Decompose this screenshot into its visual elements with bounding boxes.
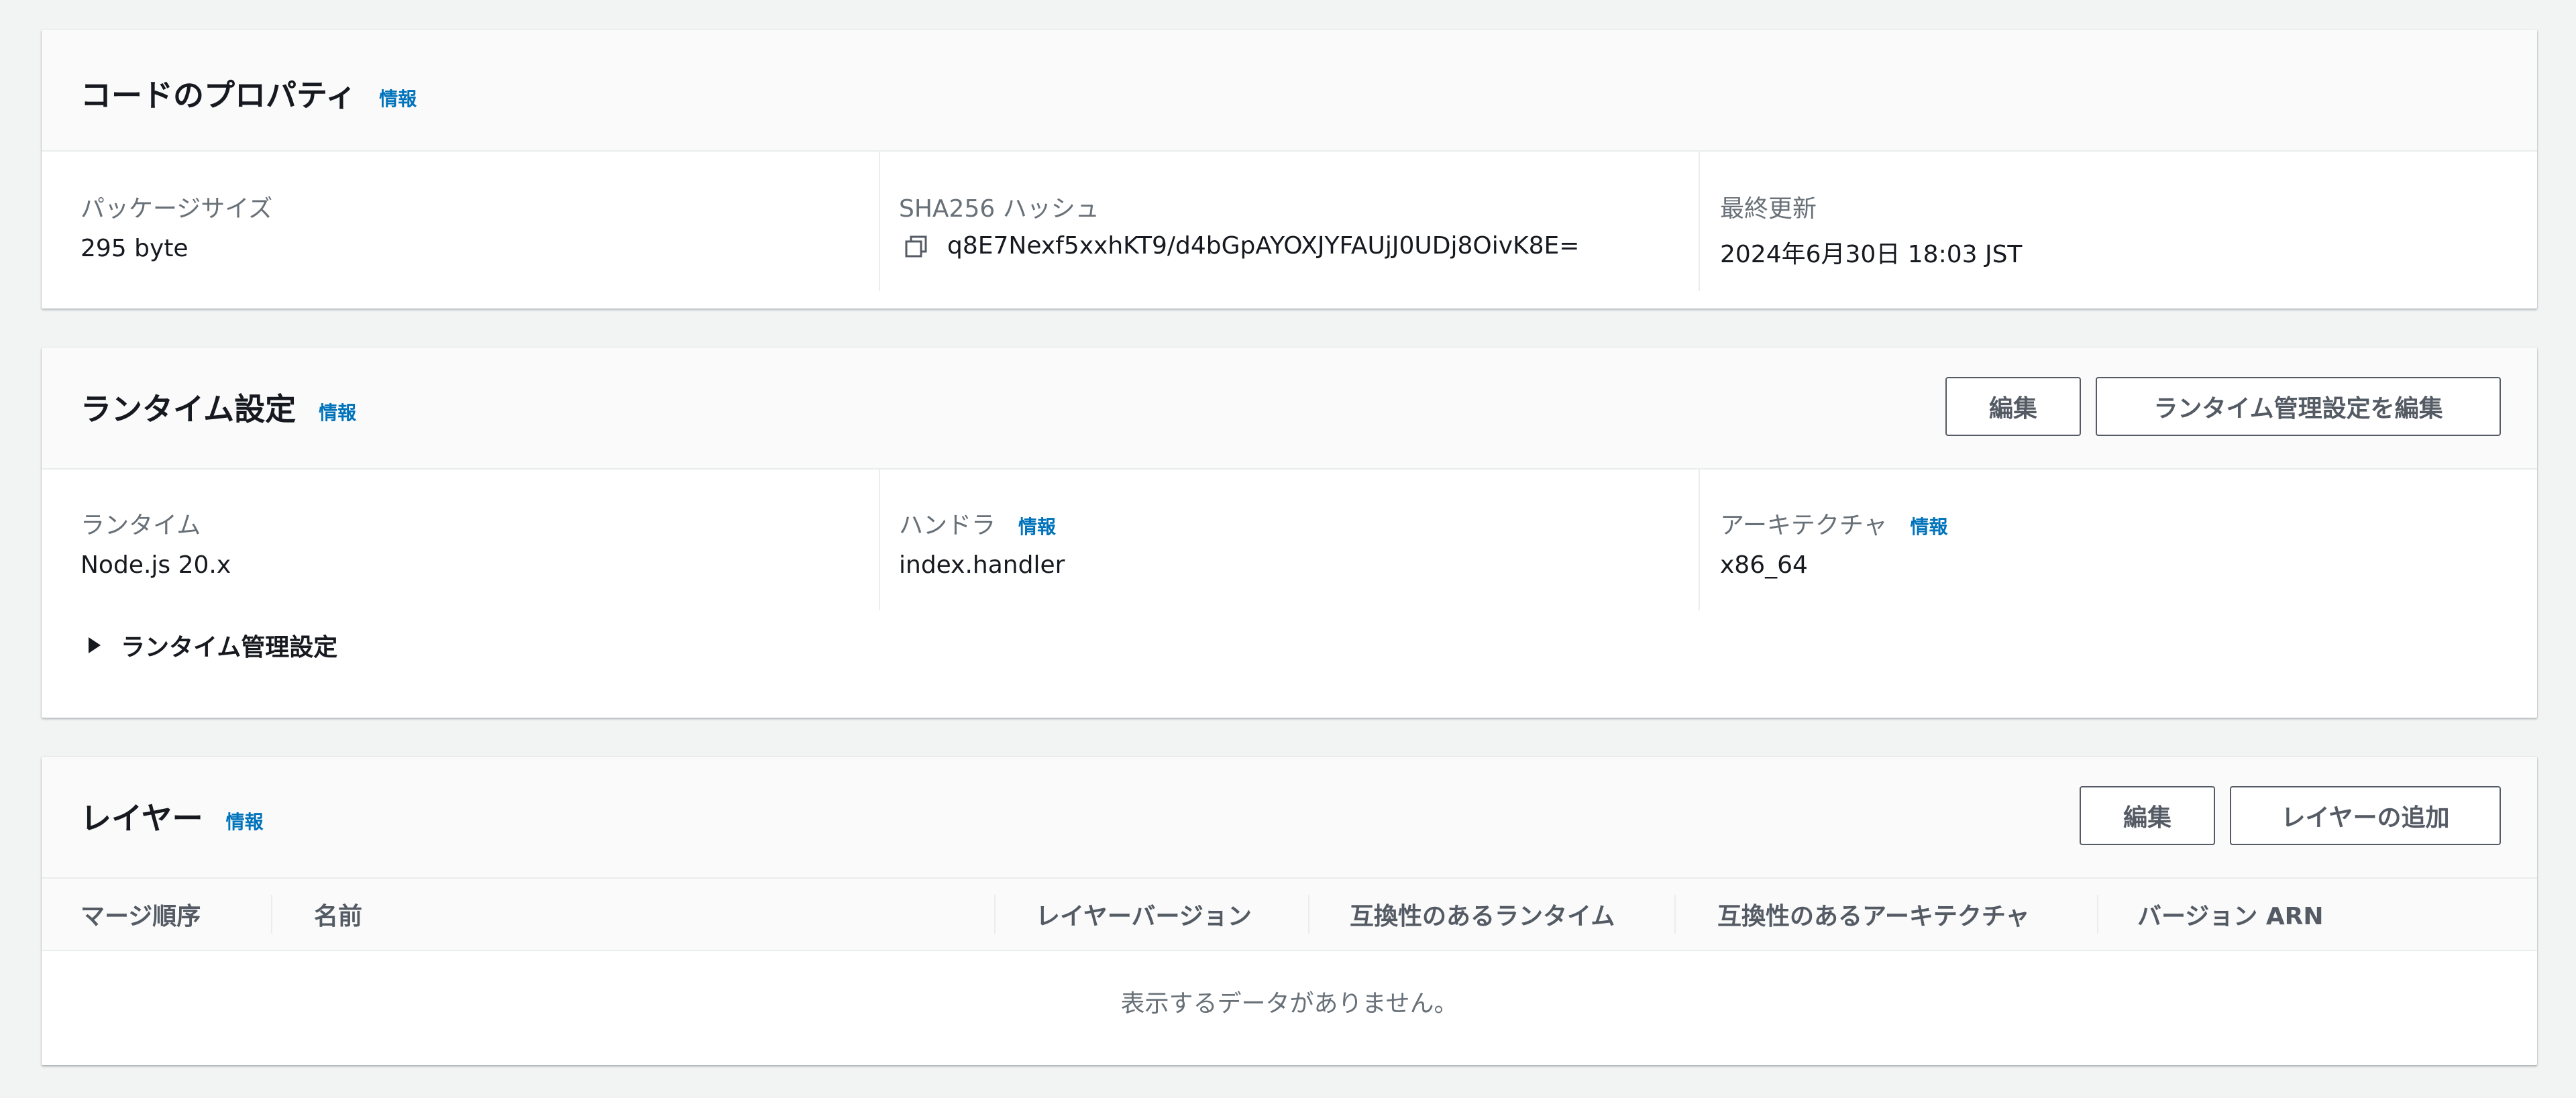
layers-table-header: マージ順序 名前 レイヤーバージョン 互換性のあるランタイム 互換性のあるアーキ… (42, 877, 2537, 951)
architecture-label-row: アーキテクチャ 情報 (1720, 506, 1948, 541)
column-header-layer-version[interactable]: レイヤーバージョン (1036, 879, 1252, 950)
handler-label: ハンドラ (899, 512, 996, 539)
add-layer-button[interactable]: レイヤーの追加 (2230, 786, 2501, 845)
architecture-label: アーキテクチャ (1720, 512, 1888, 539)
column-header-merge-order[interactable]: マージ順序 (80, 879, 201, 950)
sha256-column: SHA256 ハッシュ q8E7Nexf5xxhKT9/d4bGpAYOXJYF… (880, 152, 1700, 291)
last-modified-column: 最終更新 2024年6月30日 18:03 JST (1700, 152, 2537, 291)
runtime-label: ランタイム (80, 512, 201, 539)
column-divider (2097, 895, 2098, 934)
info-link[interactable]: 情報 (379, 88, 417, 110)
runtime-value: Node.js 20.x (80, 551, 231, 579)
column-divider (271, 895, 272, 934)
runtime-settings-header: ランタイム設定 情報 編集 ランタイム管理設定を編集 (42, 347, 2537, 470)
last-modified-label: 最終更新 (1720, 195, 1817, 223)
column-divider (1674, 895, 1676, 934)
layers-empty-message: 表示するデータがありません。 (1120, 990, 1458, 1018)
sha256-value: q8E7Nexf5xxhKT9/d4bGpAYOXJYFAUjJ0UDj8Oiv… (947, 232, 1580, 260)
info-link[interactable]: 情報 (1018, 516, 1056, 538)
code-properties-header: コードのプロパティ 情報 (42, 30, 2537, 152)
last-modified-value: 2024年6月30日 18:03 JST (1720, 241, 2023, 268)
package-size-label: パッケージサイズ (80, 195, 273, 223)
info-link[interactable]: 情報 (319, 402, 356, 424)
package-size-value: 295 byte (80, 235, 189, 262)
caret-right-icon (89, 637, 101, 653)
column-divider (1308, 895, 1309, 934)
handler-column: ハンドラ 情報 index.handler (880, 470, 1700, 610)
architecture-column: アーキテクチャ 情報 x86_64 (1700, 470, 2537, 610)
package-size-column: パッケージサイズ 295 byte (42, 152, 880, 291)
lambda-function-config-page: コードのプロパティ 情報 パッケージサイズ 295 byte SHA256 ハッシ… (0, 0, 2576, 1098)
runtime-management-expander-label: ランタイム管理設定 (121, 634, 338, 661)
column-header-name[interactable]: 名前 (314, 879, 362, 950)
runtime-column: ランタイム Node.js 20.x (42, 470, 880, 610)
layers-panel: レイヤー 情報 編集 レイヤーの追加 マージ順序 名前 レイヤーバージョン 互換性… (42, 757, 2537, 1065)
code-properties-title: コードのプロパティ (80, 77, 357, 113)
runtime-settings-panel: ランタイム設定 情報 編集 ランタイム管理設定を編集 ランタイム Node.js … (42, 347, 2537, 718)
panel-title: ランタイム設定 情報 (80, 385, 356, 429)
runtime-settings-title: ランタイム設定 (80, 391, 297, 427)
handler-label-row: ハンドラ 情報 (899, 506, 1056, 541)
edit-runtime-management-button[interactable]: ランタイム管理設定を編集 (2096, 377, 2501, 436)
handler-value: index.handler (899, 551, 1065, 579)
code-properties-panel: コードのプロパティ 情報 パッケージサイズ 295 byte SHA256 ハッシ… (42, 30, 2537, 309)
copy-icon[interactable] (904, 235, 928, 259)
runtime-management-expander[interactable]: ランタイム管理設定 (89, 628, 337, 663)
column-header-version-arn[interactable]: バージョン ARN (2137, 879, 2324, 950)
edit-button[interactable]: 編集 (1945, 377, 2081, 436)
sha256-label: SHA256 ハッシュ (899, 195, 1099, 223)
info-link[interactable]: 情報 (1910, 516, 1947, 538)
layers-header: レイヤー 情報 編集 レイヤーの追加 (42, 757, 2537, 877)
column-header-compatible-runtimes[interactable]: 互換性のあるランタイム (1350, 879, 1615, 950)
column-header-compatible-architectures[interactable]: 互換性のあるアーキテクチャ (1717, 879, 2029, 950)
sha256-value-row: q8E7Nexf5xxhKT9/d4bGpAYOXJYFAUjJ0UDj8Oiv… (904, 232, 1579, 260)
info-link[interactable]: 情報 (226, 811, 264, 833)
architecture-value: x86_64 (1720, 551, 1808, 579)
column-divider (994, 895, 996, 934)
edit-button[interactable]: 編集 (2080, 786, 2215, 845)
layers-title: レイヤー (80, 800, 203, 836)
panel-title: レイヤー 情報 (80, 794, 264, 838)
panel-title: コードのプロパティ 情報 (80, 71, 417, 115)
